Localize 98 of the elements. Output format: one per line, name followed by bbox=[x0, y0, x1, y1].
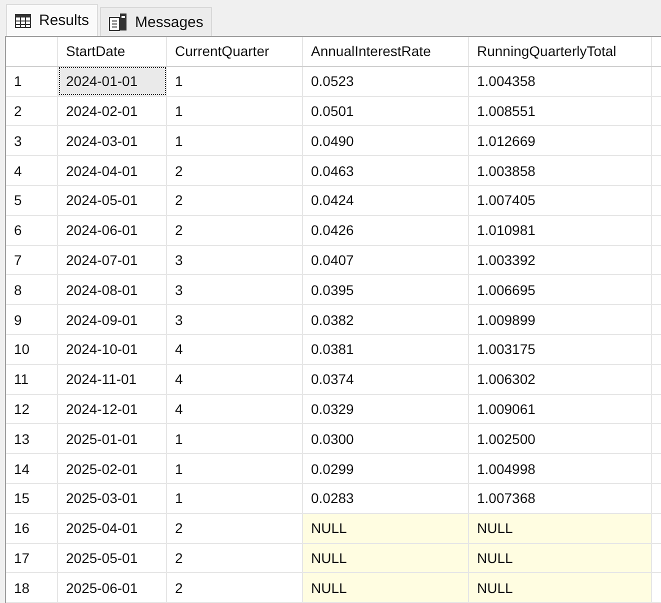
table-cell: 1.007405 bbox=[468, 185, 652, 216]
table-cell: 1 bbox=[166, 96, 302, 126]
table-cell: 1.003858 bbox=[468, 156, 652, 186]
column-header[interactable]: StartDate bbox=[58, 37, 166, 66]
table-cell: 0.0407 bbox=[302, 245, 468, 275]
table-cell: 3 bbox=[166, 304, 302, 334]
table-cell: 2024-12-01 bbox=[58, 394, 166, 424]
table-cell: 1.012669 bbox=[468, 126, 652, 156]
row-number[interactable]: 2 bbox=[6, 96, 58, 126]
table-cell: 0.0300 bbox=[302, 424, 468, 454]
table-cell: 1 bbox=[166, 126, 302, 156]
table-cell: 2024-09-01 bbox=[58, 304, 166, 334]
row-number[interactable]: 18 bbox=[6, 572, 58, 603]
table-cell: 0.0283 bbox=[302, 483, 468, 514]
row-number[interactable]: 15 bbox=[6, 483, 58, 514]
table-cell: 0.0523 bbox=[302, 66, 468, 96]
row-number[interactable]: 7 bbox=[6, 245, 58, 275]
table-cell: 0.0424 bbox=[302, 185, 468, 216]
table-cell: 2025-01-01 bbox=[58, 424, 166, 454]
table-cell: 0.0426 bbox=[302, 215, 468, 246]
table-cell: 2 bbox=[166, 156, 302, 186]
table-cell: 2024-08-01 bbox=[58, 274, 166, 305]
table-cell: 2025-06-01 bbox=[58, 572, 166, 603]
table-cell: 0.0501 bbox=[302, 96, 468, 126]
table-cell: 4 bbox=[166, 334, 302, 364]
table-cell: 2024-10-01 bbox=[58, 334, 166, 364]
column-header[interactable]: RunningQuarterlyTotal bbox=[468, 37, 652, 66]
table-cell: 2 bbox=[166, 215, 302, 246]
row-number[interactable]: 11 bbox=[6, 364, 58, 394]
row-number[interactable]: 3 bbox=[6, 126, 58, 156]
table-cell: 1.004358 bbox=[468, 66, 652, 96]
table-cell: 2 bbox=[166, 572, 302, 603]
table-cell: 0.0395 bbox=[302, 274, 468, 305]
row-number[interactable]: 14 bbox=[6, 454, 58, 484]
row-number[interactable]: 9 bbox=[6, 304, 58, 334]
table-cell: 2025-05-01 bbox=[58, 543, 166, 573]
row-number[interactable]: 4 bbox=[6, 156, 58, 186]
table-cell: 1.008551 bbox=[468, 96, 652, 126]
table-cell: 1 bbox=[166, 454, 302, 484]
table-cell: 1.006302 bbox=[468, 364, 652, 394]
table-cell: NULL bbox=[468, 543, 652, 573]
table-cell: 1.003175 bbox=[468, 334, 652, 364]
table-cell: 1.002500 bbox=[468, 424, 652, 454]
table-cell: 1.007368 bbox=[468, 483, 652, 514]
table-cell: 2025-04-01 bbox=[58, 513, 166, 544]
results-tab[interactable]: Results bbox=[6, 4, 98, 36]
table-cell: 1.009061 bbox=[468, 394, 652, 424]
table-cell: NULL bbox=[302, 513, 468, 544]
table-cell: 2024-05-01 bbox=[58, 185, 166, 216]
column-header[interactable]: AnnualInterestRate bbox=[302, 37, 468, 66]
row-number[interactable]: 12 bbox=[6, 394, 58, 424]
corner-cell bbox=[6, 37, 58, 66]
table-cell: 0.0463 bbox=[302, 156, 468, 186]
table-cell: 1 bbox=[166, 483, 302, 514]
row-number[interactable]: 6 bbox=[6, 215, 58, 246]
table-cell: 1 bbox=[166, 424, 302, 454]
row-number[interactable]: 8 bbox=[6, 274, 58, 305]
grid-icon bbox=[15, 14, 31, 28]
table-cell: 1.006695 bbox=[468, 274, 652, 305]
table-cell: 2024-06-01 bbox=[58, 215, 166, 246]
table-cell: 2025-03-01 bbox=[58, 483, 166, 514]
table-cell: 2024-11-01 bbox=[58, 364, 166, 394]
table-cell: 0.0490 bbox=[302, 126, 468, 156]
table-cell: 2024-02-01 bbox=[58, 96, 166, 126]
row-number[interactable]: 17 bbox=[6, 543, 58, 573]
table-cell: NULL bbox=[468, 572, 652, 603]
table-cell: 0.0329 bbox=[302, 394, 468, 424]
messages-tab[interactable]: Messages bbox=[100, 7, 212, 36]
table-cell: 2 bbox=[166, 513, 302, 544]
table-cell: 1.004998 bbox=[468, 454, 652, 484]
row-number[interactable]: 5 bbox=[6, 185, 58, 216]
table-cell: 2024-07-01 bbox=[58, 245, 166, 275]
table-cell: NULL bbox=[302, 543, 468, 573]
table-cell: 4 bbox=[166, 394, 302, 424]
table-cell: 2024-01-01 bbox=[58, 66, 166, 96]
table-cell: NULL bbox=[302, 572, 468, 603]
table-cell: 0.0299 bbox=[302, 454, 468, 484]
table-cell: 1 bbox=[166, 66, 302, 96]
table-cell: 1.009899 bbox=[468, 304, 652, 334]
table-cell: 3 bbox=[166, 245, 302, 275]
table-cell: 1.010981 bbox=[468, 215, 652, 246]
column-header[interactable]: CurrentQuarter bbox=[166, 37, 302, 66]
table-cell: 2024-04-01 bbox=[58, 156, 166, 186]
table-cell: 0.0381 bbox=[302, 334, 468, 364]
table-cell: 0.0382 bbox=[302, 304, 468, 334]
row-number[interactable]: 13 bbox=[6, 424, 58, 454]
document-icon bbox=[109, 13, 128, 31]
table-cell: 0.0374 bbox=[302, 364, 468, 394]
table-cell: 1.003392 bbox=[468, 245, 652, 275]
table-cell: 2024-03-01 bbox=[58, 126, 166, 156]
table-cell: 2 bbox=[166, 543, 302, 573]
table-cell: 4 bbox=[166, 364, 302, 394]
row-number[interactable]: 10 bbox=[6, 334, 58, 364]
table-cell: NULL bbox=[468, 513, 652, 544]
table-cell: 2025-02-01 bbox=[58, 454, 166, 484]
table-cell: 2 bbox=[166, 185, 302, 216]
row-number[interactable]: 16 bbox=[6, 513, 58, 544]
table-cell: 3 bbox=[166, 274, 302, 305]
